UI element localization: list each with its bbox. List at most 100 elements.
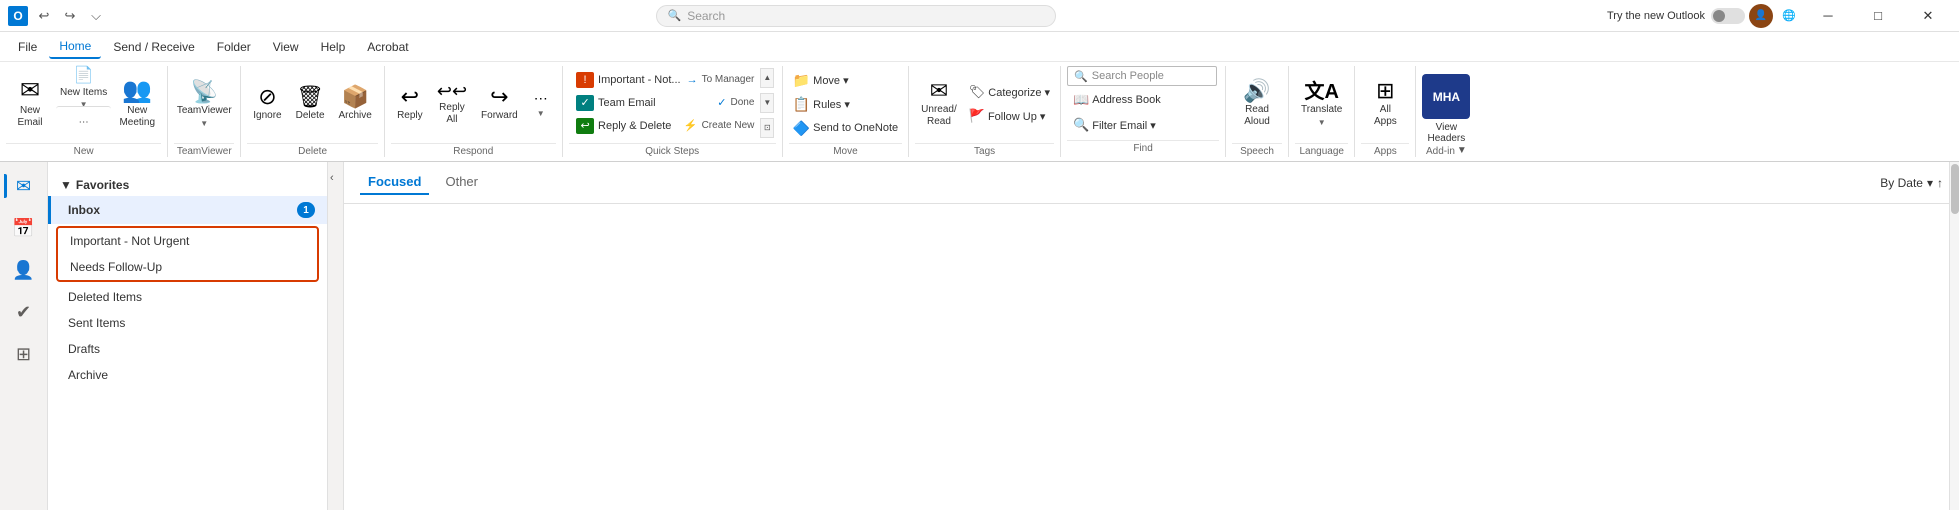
sidebar-item-calendar[interactable]: 📅 [4, 208, 44, 248]
quick-step-important[interactable]: ! Important - Not... → To Manager [570, 69, 760, 91]
address-book-label: Address Book [1092, 94, 1160, 106]
reply-icon: ↩ [401, 86, 419, 108]
folder-sent-items[interactable]: Sent Items [48, 310, 327, 336]
address-book-button[interactable]: 📖 Address Book [1067, 89, 1219, 111]
folder-drafts[interactable]: Drafts [48, 336, 327, 362]
network-icon: 🌐 [1777, 4, 1801, 28]
menu-acrobat[interactable]: Acrobat [357, 36, 418, 58]
new-meeting-icon: 👥 [122, 79, 152, 103]
new-email-label: NewEmail [17, 105, 42, 129]
rules-button[interactable]: 📋 Rules ▾ [789, 93, 902, 115]
folder-archive[interactable]: Archive [48, 362, 327, 388]
categorize-button[interactable]: 🏷 Categorize ▾ [965, 81, 1054, 103]
folder-important-not-urgent[interactable]: Important - Not Urgent [58, 228, 317, 254]
inbox-badge: 1 [297, 202, 315, 218]
view-headers-button[interactable]: MHA [1422, 74, 1470, 119]
read-aloud-button[interactable]: 🔊 ReadAloud [1232, 69, 1282, 139]
all-apps-icon: ⊞ [1376, 80, 1394, 102]
to-manager-label: To Manager [702, 74, 755, 85]
minimize-button[interactable]: ─ [1805, 0, 1851, 32]
collapse-panel-button[interactable]: ‹ [328, 170, 336, 186]
tags-buttons: ✉ Unread/Read 🏷 Categorize ▾ 🚩 Follow Up… [915, 66, 1054, 139]
addin-group-label: Add-in [1426, 144, 1455, 157]
teamviewer-arrow: ▼ [200, 119, 208, 128]
folder-deleted-items[interactable]: Deleted Items [48, 284, 327, 310]
archive-button[interactable]: 📦 Archive [333, 69, 378, 139]
new-email-button[interactable]: ✉ NewEmail [6, 69, 54, 139]
new-items-button[interactable]: 📄 New Items ▼ [56, 70, 111, 105]
read-aloud-icon: 🔊 [1243, 80, 1270, 102]
expand-addin-button[interactable]: ▼ [1457, 145, 1467, 156]
menu-view[interactable]: View [263, 36, 309, 58]
new-meeting-button[interactable]: 👥 NewMeeting [113, 69, 161, 139]
redo-button[interactable]: ↪ [60, 6, 80, 26]
menu-file[interactable]: File [8, 36, 47, 58]
team-email-label: Team Email [598, 97, 655, 109]
filter-email-button[interactable]: 🔍 Filter Email ▾ [1067, 114, 1219, 136]
new-group-buttons: ✉ NewEmail 📄 New Items ▼ ⋯ 👥 NewMeeting [6, 66, 161, 139]
sidebar-item-people[interactable]: 👤 [4, 250, 44, 290]
avatar[interactable]: 👤 [1749, 4, 1773, 28]
quick-step-team-email[interactable]: ✓ Team Email ✓ Done [570, 92, 760, 114]
reply-all-button[interactable]: ↩↩ ReplyAll [431, 69, 473, 139]
ribbon-group-find: 🔍 Search People 📖 Address Book 🔍 Filter … [1061, 66, 1226, 157]
sidebar-item-apps[interactable]: ⊞ [4, 334, 44, 374]
move-label: Move ▾ [813, 74, 848, 87]
menu-folder[interactable]: Folder [207, 36, 261, 58]
sidebar-item-mail[interactable]: ✉ [4, 166, 44, 206]
translate-button[interactable]: 文A Translate ▼ [1295, 69, 1348, 139]
folder-needs-follow-up[interactable]: Needs Follow-Up [58, 254, 317, 280]
move-button[interactable]: 📁 Move ▾ [789, 69, 902, 91]
quick-steps-scroll-down[interactable]: ▼ [760, 93, 774, 113]
search-people-input[interactable]: 🔍 Search People [1067, 66, 1217, 86]
teamviewer-label: TeamViewer [177, 105, 232, 117]
title-bar-left: O ↩ ↪ ⌵ [8, 6, 106, 26]
address-book-icon: 📖 [1073, 92, 1089, 108]
undo-button[interactable]: ↩ [34, 6, 54, 26]
menu-help[interactable]: Help [311, 36, 356, 58]
move-group-label: Move [789, 143, 902, 157]
quick-access-btn[interactable]: ⌵ [86, 6, 106, 26]
calendar-icon: 📅 [12, 218, 34, 239]
quick-step-reply-delete[interactable]: ↩ Reply & Delete ⚡ Create New [570, 115, 760, 137]
more-respond-arrow: ▼ [537, 109, 545, 118]
ribbon: ✉ NewEmail 📄 New Items ▼ ⋯ 👥 NewMeeting … [0, 62, 1959, 162]
forward-button[interactable]: ↪ Forward [475, 69, 524, 139]
more-respond-button[interactable]: ⋯ ▼ [526, 69, 556, 139]
try-new-toggle[interactable] [1711, 8, 1745, 24]
more-label: ⋯ [79, 117, 89, 128]
new-meeting-label: NewMeeting [119, 105, 155, 129]
maximize-button[interactable]: □ [1855, 0, 1901, 32]
team-email-arrow: ✓ [717, 96, 726, 109]
favorites-header[interactable]: ▼ Favorites [48, 174, 327, 196]
all-apps-button[interactable]: ⊞ AllApps [1361, 69, 1409, 139]
scrollbar-thumb[interactable] [1951, 164, 1959, 214]
menu-home[interactable]: Home [49, 35, 101, 59]
sort-control[interactable]: By Date ▾ ↑ [1880, 176, 1943, 190]
quick-steps-expand[interactable]: ⊡ [760, 118, 774, 138]
folder-inbox[interactable]: Inbox 1 [48, 196, 327, 224]
onenote-icon: 🔷 [793, 120, 810, 137]
sidebar-item-tasks[interactable]: ✔ [4, 292, 44, 332]
delete-button[interactable]: 🗑 Delete [290, 69, 331, 139]
panel-collapse-area: ‹ [328, 162, 344, 510]
unread-read-button[interactable]: ✉ Unread/Read [915, 69, 963, 139]
title-search[interactable]: 🔍 Search [656, 5, 1056, 27]
menu-send-receive[interactable]: Send / Receive [103, 36, 204, 58]
tab-other[interactable]: Other [437, 170, 486, 195]
close-button[interactable]: ✕ [1905, 0, 1951, 32]
tab-focused-label: Focused [368, 174, 421, 189]
menu-bar: File Home Send / Receive Folder View Hel… [0, 32, 1959, 62]
more-new-items[interactable]: ⋯ [56, 106, 111, 139]
filter-email-label: Filter Email ▾ [1092, 119, 1156, 132]
archive-icon: 📦 [341, 86, 368, 108]
ignore-button[interactable]: ⊘ Ignore [247, 69, 287, 139]
delete-label: Delete [296, 110, 325, 122]
reply-button[interactable]: ↩ Reply [391, 69, 429, 139]
quick-steps-scroll-up[interactable]: ▲ [760, 68, 774, 88]
teamviewer-button[interactable]: 📡 TeamViewer ▼ [174, 69, 234, 139]
tab-focused[interactable]: Focused [360, 170, 429, 195]
team-email-icon: ✓ [576, 95, 594, 111]
send-onenote-button[interactable]: 🔷 Send to OneNote [789, 117, 902, 139]
follow-up-button[interactable]: 🚩 Follow Up ▾ [965, 105, 1054, 127]
